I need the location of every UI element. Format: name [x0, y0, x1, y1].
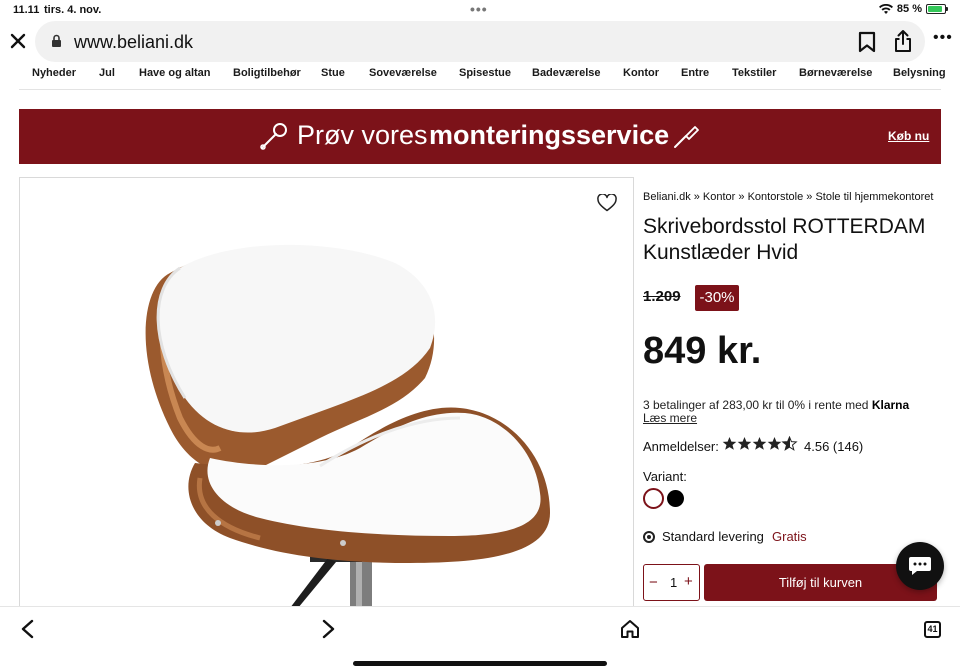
breadcrumb[interactable]: Beliani.dk » Kontor » Kontorstole » Stol…: [643, 191, 933, 203]
bookmark-icon[interactable]: [858, 31, 876, 53]
lock-icon: [52, 34, 61, 47]
screwdriver-icon: [674, 126, 699, 148]
status-date: tirs. 4. nov.: [44, 4, 102, 16]
close-icon[interactable]: [9, 32, 27, 50]
more-options-icon[interactable]: •••: [933, 30, 952, 46]
chat-bubble-icon: [909, 557, 931, 575]
nav-item-spisestue[interactable]: Spisestue: [459, 67, 511, 79]
status-time: 11.11: [13, 4, 40, 16]
rating-value[interactable]: 4.56 (146): [804, 439, 863, 454]
browser-toolbar: 41: [0, 606, 960, 671]
banner-buy-link[interactable]: Køb nu: [888, 129, 929, 143]
product-title: Skrivebordsstol ROTTERDAM Kunstlæder Hvi…: [643, 215, 926, 264]
star-icon: [767, 437, 782, 450]
klarna-text: 3 betalinger af 283,00 kr til 0% i rente…: [643, 398, 869, 412]
quantity-plus-icon[interactable]: +: [684, 573, 693, 590]
battery-level: [928, 6, 942, 12]
home-indicator: [353, 661, 607, 666]
nav-item-belysning[interactable]: Belysning: [893, 67, 946, 79]
product-image: [145, 244, 550, 607]
nav-item-badevaerelse[interactable]: Badeværelse: [532, 67, 601, 79]
battery-percent: 85 %: [896, 3, 922, 15]
back-arrow-icon[interactable]: [19, 619, 37, 639]
delivery-radio[interactable]: [643, 531, 655, 543]
wifi-icon: [878, 3, 893, 14]
delivery-label: Standard levering: [662, 529, 764, 544]
klarna-info: 3 betalinger af 283,00 kr til 0% i rente…: [643, 398, 909, 412]
star-icon: [737, 437, 752, 450]
multitask-dots-icon[interactable]: •••: [470, 1, 488, 17]
quantity-minus-icon[interactable]: −: [649, 574, 658, 591]
star-icon: [752, 437, 767, 450]
quantity-value[interactable]: 1: [670, 575, 677, 590]
home-icon[interactable]: [620, 619, 640, 639]
star-icon: [722, 437, 737, 450]
status-right: 85 %: [878, 3, 948, 15]
delivery-price: Gratis: [772, 529, 807, 544]
nav-item-bornevaerelse[interactable]: Børneværelse: [799, 67, 872, 79]
nav-item-jul[interactable]: Jul: [99, 67, 115, 79]
klarna-read-more-link[interactable]: Læs mere: [643, 411, 697, 425]
nav-item-kontor[interactable]: Kontor: [623, 67, 659, 79]
nav-divider: [19, 89, 941, 90]
product-price: 849 kr.: [643, 330, 762, 372]
chat-button[interactable]: [896, 542, 944, 590]
nav-item-nyheder[interactable]: Nyheder: [32, 67, 76, 79]
status-bar: 11.11 tirs. 4. nov. ••• 85 %: [0, 0, 960, 20]
product-image-panel[interactable]: [19, 177, 634, 607]
nav-item-sovevaerelse[interactable]: Soveværelse: [369, 67, 437, 79]
quantity-stepper[interactable]: − 1 +: [643, 564, 700, 601]
address-bar[interactable]: www.beliani.dk: [35, 21, 925, 62]
nav-item-entre[interactable]: Entre: [681, 67, 709, 79]
klarna-logo: Klarna: [871, 398, 910, 412]
variant-swatch-black[interactable]: [667, 490, 684, 507]
category-nav: Nyheder Jul Have og altan Boligtilbehør …: [0, 64, 960, 90]
tabs-count-button[interactable]: 41: [924, 621, 941, 638]
share-icon[interactable]: [893, 29, 913, 53]
banner-text: Prøv vores: [297, 120, 428, 150]
wrench-icon: [260, 123, 287, 150]
reviews-label: Anmeldelser:: [643, 439, 719, 454]
battery-icon: [926, 4, 948, 14]
rating-stars[interactable]: [722, 436, 798, 452]
nav-item-have-og-altan[interactable]: Have og altan: [139, 67, 211, 79]
url-text[interactable]: www.beliani.dk: [74, 32, 193, 53]
promo-banner[interactable]: Prøv vores monteringsservice Køb nu: [19, 109, 941, 164]
nav-item-tekstiler[interactable]: Tekstiler: [732, 67, 776, 79]
discount-badge: -30%: [695, 285, 739, 311]
forward-arrow-icon[interactable]: [319, 619, 337, 639]
nav-item-stue[interactable]: Stue: [321, 67, 345, 79]
banner-text-bold: monteringsservice: [429, 120, 670, 150]
variant-swatch-white[interactable]: [643, 488, 664, 509]
wishlist-heart-icon[interactable]: [597, 194, 617, 212]
variant-label: Variant:: [643, 469, 687, 484]
nav-item-boligtilbehor[interactable]: Boligtilbehør: [233, 67, 301, 79]
old-price: 1.209: [643, 288, 681, 305]
